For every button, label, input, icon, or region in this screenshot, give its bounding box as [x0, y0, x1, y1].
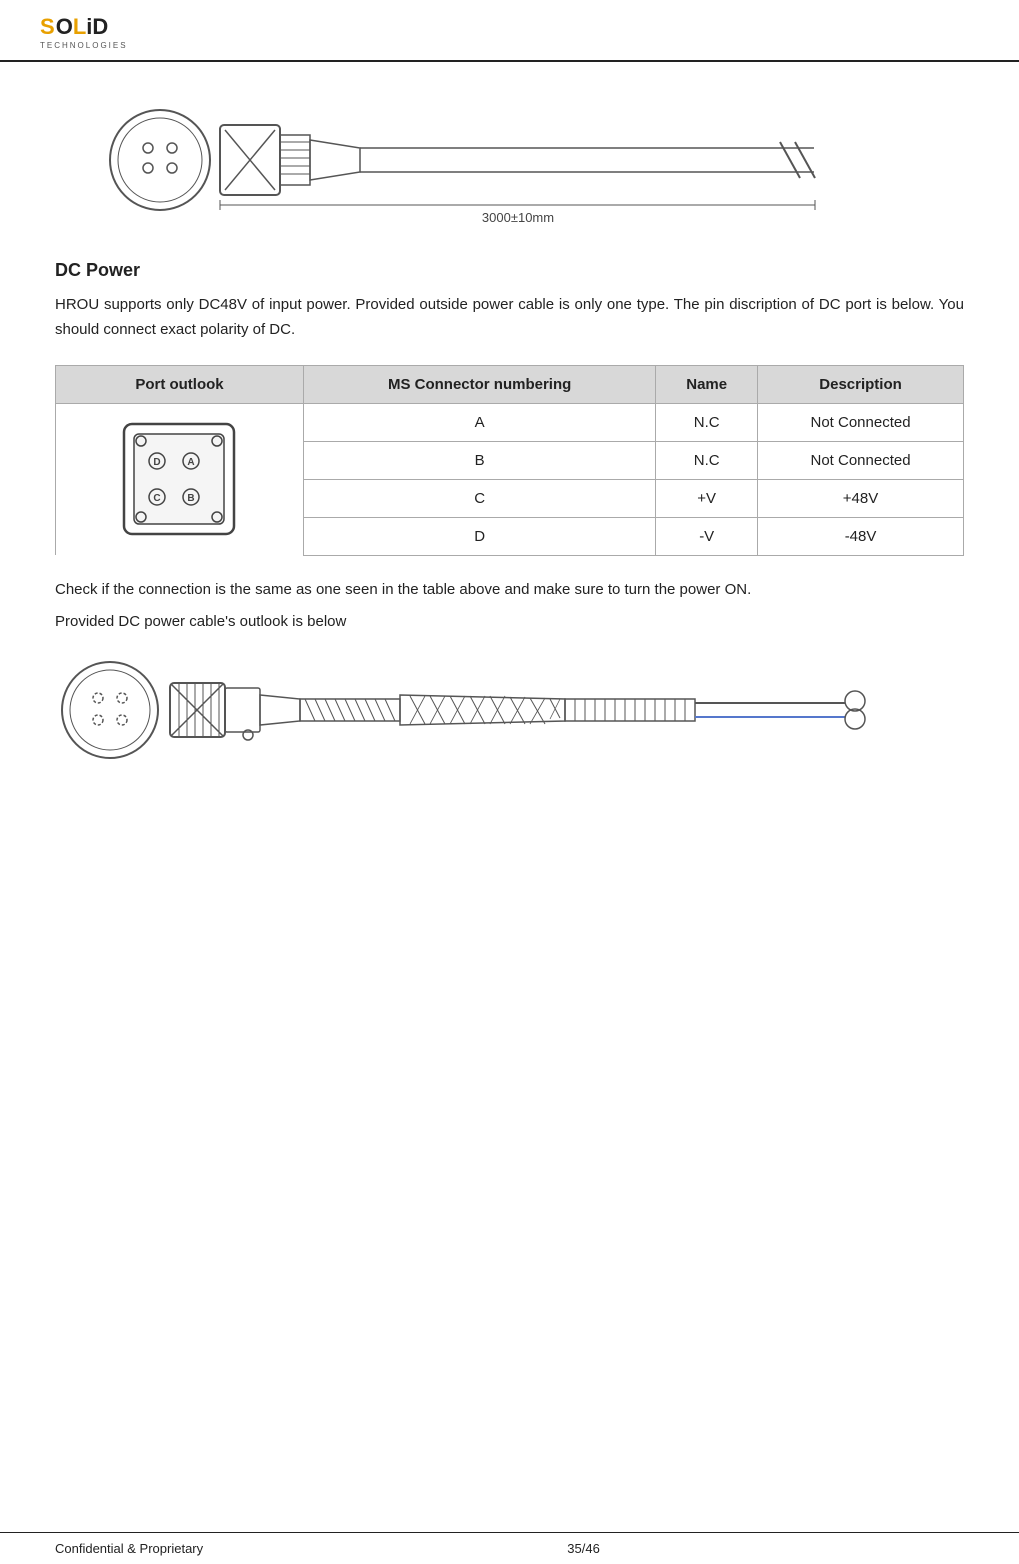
connector-icon: A B D C: [56, 409, 303, 549]
logo-letter-d: D: [92, 14, 108, 40]
connector-face-svg: A B D C: [119, 419, 239, 539]
cable-diagram-top: 3000±10mm: [55, 100, 964, 230]
connector-name-b: N.C: [656, 441, 758, 479]
page-header: S O L i D TECHNOLOGIES: [0, 0, 1019, 62]
cable-diagram-svg-top: 3000±10mm: [100, 100, 920, 230]
connector-desc-b: Not Connected: [758, 441, 964, 479]
connector-name-d: -V: [656, 517, 758, 555]
connector-numbering-c: C: [303, 479, 655, 517]
logo: S O L i D TECHNOLOGIES: [40, 14, 128, 50]
svg-text:3000±10mm: 3000±10mm: [481, 210, 553, 225]
table-header-description: Description: [758, 365, 964, 403]
cable-diagram-bottom: [55, 655, 964, 765]
logo-letter-l: L: [73, 14, 86, 40]
main-content: 3000±10mm DC Power HROU supports only DC…: [0, 62, 1019, 855]
connector-desc-d: -48V: [758, 517, 964, 555]
table-header-ms-connector: MS Connector numbering: [303, 365, 655, 403]
connector-desc-a: Not Connected: [758, 403, 964, 441]
logo-letter-s: S: [40, 14, 56, 40]
footer-confidential: Confidential & Proprietary: [55, 1541, 203, 1556]
table-row: A B D C A N.C: [56, 403, 964, 441]
svg-text:D: D: [154, 457, 161, 468]
page-footer: Confidential & Proprietary 35/46: [0, 1532, 1019, 1564]
connector-name-c: +V: [656, 479, 758, 517]
connector-table: Port outlook MS Connector numbering Name…: [55, 365, 964, 556]
connector-numbering-b: B: [303, 441, 655, 479]
logo-tagline: TECHNOLOGIES: [40, 41, 128, 50]
connector-numbering-d: D: [303, 517, 655, 555]
port-outlook-image-cell: A B D C: [56, 403, 304, 555]
dc-power-description: HROU supports only DC48V of input power.…: [55, 293, 964, 343]
logo-letter-o: O: [56, 14, 73, 40]
dc-power-title: DC Power: [55, 260, 964, 281]
logo-wordmark: S O L i D: [40, 14, 128, 40]
svg-text:A: A: [188, 457, 195, 468]
cable-diagram-svg-bottom: [55, 655, 925, 765]
after-table-line1: Check if the connection is the same as o…: [55, 578, 964, 603]
svg-text:C: C: [154, 493, 161, 504]
footer-page-number: 35/46: [567, 1541, 600, 1556]
after-table-line2: Provided DC power cable's outlook is bel…: [55, 610, 964, 635]
table-header-port-outlook: Port outlook: [56, 365, 304, 403]
connector-numbering-a: A: [303, 403, 655, 441]
connector-name-a: N.C: [656, 403, 758, 441]
connector-desc-c: +48V: [758, 479, 964, 517]
svg-text:B: B: [188, 493, 195, 504]
table-header-name: Name: [656, 365, 758, 403]
